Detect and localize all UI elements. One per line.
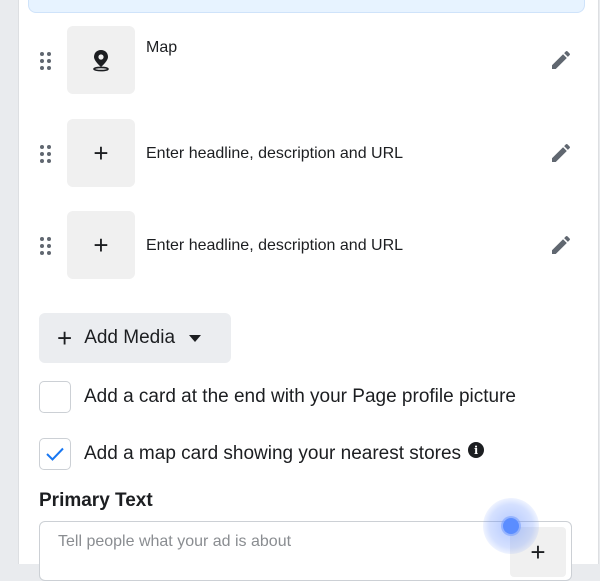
checkmark-icon — [46, 447, 64, 461]
add-media-label: Add Media — [84, 327, 176, 348]
card-thumbnail[interactable]: + — [67, 119, 135, 187]
carousel-card-row: + Enter headline, description and URL — [0, 211, 600, 279]
card-thumbnail[interactable]: + — [67, 211, 135, 279]
pencil-icon[interactable] — [549, 141, 573, 165]
plus-icon: + — [93, 138, 109, 168]
drag-handle-icon[interactable] — [40, 52, 54, 72]
map-card-option[interactable]: Add a map card showing your nearest stor… — [39, 437, 485, 471]
pencil-icon[interactable] — [549, 48, 573, 72]
card-label: Enter headline, description and URL — [146, 145, 404, 162]
map-pin-icon — [93, 50, 109, 72]
selected-card-strip[interactable] — [28, 0, 585, 13]
plus-icon: + — [57, 323, 73, 353]
card-thumbnail[interactable] — [67, 26, 135, 94]
carousel-card-row: + Enter headline, description and URL — [0, 119, 600, 187]
profile-card-checkbox[interactable] — [39, 381, 71, 413]
pencil-icon[interactable] — [549, 233, 573, 257]
map-card-checkbox[interactable] — [39, 438, 71, 470]
drag-handle-icon[interactable] — [40, 145, 54, 165]
primary-text-input[interactable] — [56, 532, 500, 552]
profile-card-option[interactable]: Add a card at the end with your Page pro… — [39, 380, 516, 414]
caret-down-icon — [189, 334, 202, 342]
info-icon[interactable]: i — [468, 442, 485, 458]
add-media-button[interactable]: + Add Media — [39, 313, 231, 363]
plus-icon: + — [93, 230, 109, 260]
drag-handle-icon[interactable] — [40, 237, 54, 257]
profile-card-option-label: Add a card at the end with your Page pro… — [84, 386, 516, 407]
carousel-card-row: Map — [0, 26, 600, 94]
card-label: Enter headline, description and URL — [146, 237, 404, 254]
primary-text-title: Primary Text — [39, 490, 153, 511]
card-label: Map — [146, 39, 178, 56]
map-card-option-label: Add a map card showing your nearest stor… — [84, 443, 462, 464]
cursor-indicator — [503, 518, 519, 534]
